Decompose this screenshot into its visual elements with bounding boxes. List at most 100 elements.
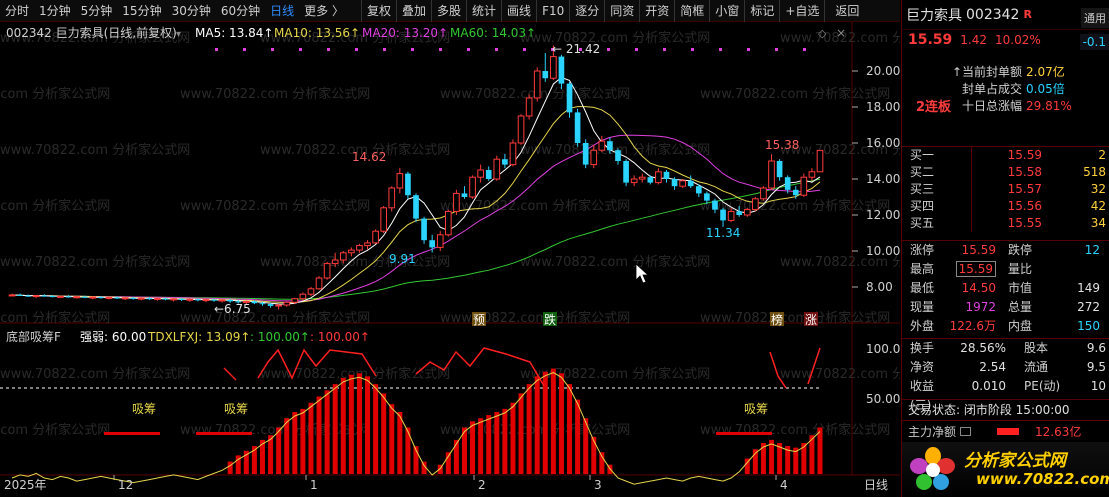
draw-line-button[interactable]: 画线 <box>501 0 536 22</box>
stock-name: 巨力索具 <box>906 7 962 24</box>
period-toolbar: 分时 1分钟 5分钟 15分钟 30分钟 60分钟 日线 更多 〉 复权 叠加 … <box>0 0 900 22</box>
xichou-label: 吸筹 <box>224 402 248 416</box>
candle-body <box>800 176 808 196</box>
candle-body <box>502 159 508 165</box>
candle-body <box>695 186 702 194</box>
open-capital-button[interactable]: 开资 <box>639 0 674 22</box>
signal-dot <box>523 48 526 51</box>
candle-body <box>372 230 379 244</box>
candle-body <box>380 207 388 232</box>
f10-button[interactable]: F10 <box>536 0 569 22</box>
sub-bar <box>348 374 354 474</box>
candle-body <box>542 71 549 79</box>
period-tab-more[interactable]: 更多 〉 <box>299 0 349 22</box>
sub-bar <box>760 443 766 474</box>
candle-body <box>170 298 177 301</box>
flower-logo-icon <box>910 447 955 490</box>
sub-bar <box>502 408 508 474</box>
sub-bar <box>356 373 362 474</box>
signal-dot <box>383 48 386 51</box>
period-tab-5min[interactable]: 5分钟 <box>76 0 118 22</box>
per-minute-button[interactable]: 逐分 <box>569 0 604 22</box>
tag-die: 跌 <box>544 312 556 327</box>
candle-body <box>784 177 791 190</box>
candle-body <box>315 277 323 290</box>
period-tab-60min[interactable]: 60分钟 <box>216 0 265 22</box>
signal-dot <box>607 48 610 51</box>
price-tick-20: 20.00 <box>866 64 900 78</box>
candle-body <box>57 295 64 298</box>
ma5-legend: MA5: 13.84↑ <box>195 26 273 40</box>
xichou-marker <box>196 432 252 435</box>
back-button[interactable]: 返回 <box>824 0 864 22</box>
period-tab-15min[interactable]: 15分钟 <box>117 0 166 22</box>
price-tick-16: 16.00 <box>866 136 900 150</box>
candle-body <box>98 297 104 299</box>
price-change-pct: 10.02% <box>995 33 1041 47</box>
tag-zhang: 涨 <box>805 312 817 327</box>
date-tick-2: 2 <box>478 478 486 492</box>
candle-body <box>574 112 581 143</box>
stat-seal-amount: ↑当前封单额 2.07亿 <box>951 65 1065 79</box>
candle-body <box>49 296 56 298</box>
simple-frame-button[interactable]: 简框 <box>674 0 709 22</box>
quote-table: 涨停 15.59 跌停 12 最高 15.59 量比 最低 14.50 市值 149 现量 197… <box>902 240 1109 336</box>
period-tab-daily[interactable]: 日线 <box>265 0 299 22</box>
watermark-text: www.70822.com 分析家公式网 <box>440 310 630 326</box>
sub-bar <box>542 371 548 474</box>
stats-button[interactable]: 统计 <box>466 0 501 22</box>
period-tab-fenshi[interactable]: 分时 <box>0 0 34 22</box>
watermark-text: www.70822.com 分析家公式网 <box>520 254 710 270</box>
sub-bar <box>478 418 484 474</box>
same-capital-button[interactable]: 同资 <box>604 0 639 22</box>
chart-area[interactable]: www.70822.com 分析家公式网 www.70822.com 分析家公式网… <box>0 22 900 497</box>
candle-body <box>679 180 686 187</box>
sub-tick-50: 50.00 <box>866 392 900 406</box>
bid-row: 买五 15.55 34 <box>902 215 1109 232</box>
table-icon[interactable] <box>960 427 972 436</box>
mark-button[interactable]: 标记 <box>744 0 779 22</box>
fundamentals-table: 换手 28.56% 股本 9.6 净资 2.54 流通 9.5 收益(三) 0.010 PE(动… <box>902 338 1109 412</box>
ma10-legend: MA10: 13.56↑ <box>274 26 360 40</box>
general-button[interactable]: 通用 <box>1081 8 1109 28</box>
candle-body <box>299 293 307 300</box>
signal-dot <box>355 48 358 51</box>
legend-toggle-icon[interactable]: ▾ <box>176 29 181 40</box>
date-tick-4: 4 <box>780 478 788 492</box>
candle-body <box>154 298 161 301</box>
candle-body <box>687 180 694 187</box>
candle-body <box>114 297 120 299</box>
small-window-button[interactable]: 小窗 <box>709 0 744 22</box>
add-watchlist-button[interactable]: +自选 <box>779 0 824 22</box>
candle-body <box>211 299 217 301</box>
high-label: ← 21.42 <box>552 42 600 56</box>
candle-body <box>808 171 816 178</box>
signal-dot <box>775 48 778 51</box>
fuquan-button[interactable]: 复权 <box>360 0 396 22</box>
period-tab-30min[interactable]: 30分钟 <box>167 0 216 22</box>
main-legend-title: 002342 巨力索具(日线,前复权) <box>6 25 177 40</box>
logo-title: 分析家公式网 <box>964 451 1066 471</box>
sub-bar <box>550 368 556 474</box>
kline-chart[interactable]: www.70822.com 分析家公式网 www.70822.com 分析家公式网… <box>0 22 900 497</box>
date-tick-3: 3 <box>594 478 602 492</box>
close-icon[interactable]: × <box>836 26 846 40</box>
candle-body <box>323 263 331 279</box>
candle-body <box>598 140 606 151</box>
candle-body <box>647 177 654 183</box>
candle-body <box>413 195 419 219</box>
sub-bar <box>575 399 581 474</box>
trough-label-2: 11.34 <box>706 226 740 240</box>
signal-dot <box>243 48 246 51</box>
overlay-button[interactable]: 叠加 <box>396 0 431 22</box>
sub-bar <box>526 384 532 474</box>
candle-body <box>331 259 339 265</box>
fund-row: 换手 28.56% 股本 9.6 <box>910 341 1106 355</box>
sub-bar <box>276 427 282 474</box>
watermark-text: www.70822.com 分析家公式网 <box>0 422 110 438</box>
diamond-icon[interactable]: ◇ <box>818 27 827 40</box>
multi-stock-button[interactable]: 多股 <box>431 0 466 22</box>
signal-dot <box>747 48 750 51</box>
sub-bar <box>340 377 346 474</box>
period-tab-1min[interactable]: 1分钟 <box>34 0 76 22</box>
